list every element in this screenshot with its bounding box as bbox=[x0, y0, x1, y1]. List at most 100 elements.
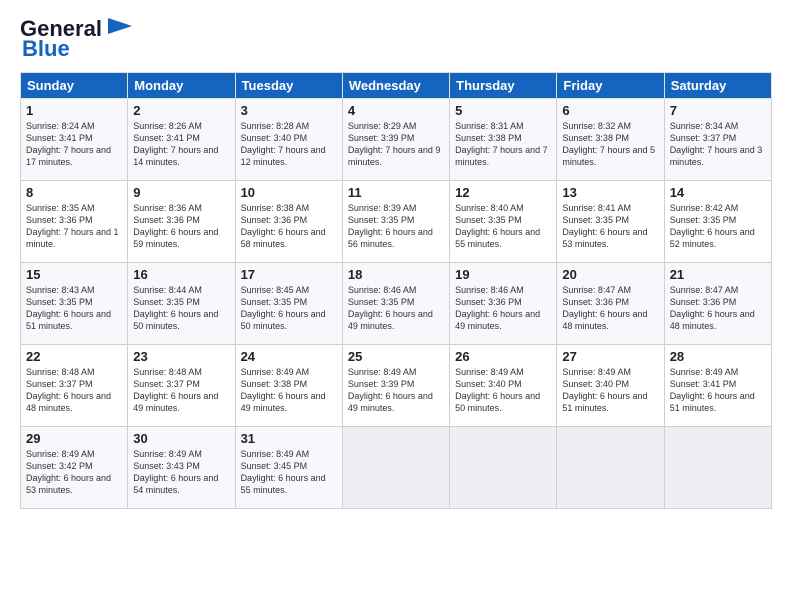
calendar-cell: 9 Sunrise: 8:36 AM Sunset: 3:36 PM Daylig… bbox=[128, 181, 235, 263]
day-number: 31 bbox=[241, 431, 337, 446]
cell-info: Sunrise: 8:35 AM Sunset: 3:36 PM Dayligh… bbox=[26, 202, 122, 251]
cell-info: Sunrise: 8:49 AM Sunset: 3:42 PM Dayligh… bbox=[26, 448, 122, 497]
cell-info: Sunrise: 8:36 AM Sunset: 3:36 PM Dayligh… bbox=[133, 202, 229, 251]
cell-info: Sunrise: 8:29 AM Sunset: 3:39 PM Dayligh… bbox=[348, 120, 444, 169]
cell-info: Sunrise: 8:46 AM Sunset: 3:36 PM Dayligh… bbox=[455, 284, 551, 333]
cell-info: Sunrise: 8:32 AM Sunset: 3:38 PM Dayligh… bbox=[562, 120, 658, 169]
day-number: 14 bbox=[670, 185, 766, 200]
cell-info: Sunrise: 8:46 AM Sunset: 3:35 PM Dayligh… bbox=[348, 284, 444, 333]
day-number: 2 bbox=[133, 103, 229, 118]
calendar-cell: 2 Sunrise: 8:26 AM Sunset: 3:41 PM Daylig… bbox=[128, 99, 235, 181]
day-number: 3 bbox=[241, 103, 337, 118]
calendar-cell bbox=[450, 427, 557, 509]
logo-arrow-icon bbox=[104, 16, 136, 36]
day-number: 18 bbox=[348, 267, 444, 282]
day-number: 7 bbox=[670, 103, 766, 118]
cell-info: Sunrise: 8:48 AM Sunset: 3:37 PM Dayligh… bbox=[133, 366, 229, 415]
calendar-row: 29 Sunrise: 8:49 AM Sunset: 3:42 PM Dayli… bbox=[21, 427, 772, 509]
cell-info: Sunrise: 8:49 AM Sunset: 3:39 PM Dayligh… bbox=[348, 366, 444, 415]
day-number: 6 bbox=[562, 103, 658, 118]
calendar-cell: 28 Sunrise: 8:49 AM Sunset: 3:41 PM Dayli… bbox=[664, 345, 771, 427]
cell-info: Sunrise: 8:31 AM Sunset: 3:38 PM Dayligh… bbox=[455, 120, 551, 169]
day-number: 21 bbox=[670, 267, 766, 282]
day-number: 28 bbox=[670, 349, 766, 364]
cell-info: Sunrise: 8:49 AM Sunset: 3:41 PM Dayligh… bbox=[670, 366, 766, 415]
calendar-cell: 27 Sunrise: 8:49 AM Sunset: 3:40 PM Dayli… bbox=[557, 345, 664, 427]
weekday-header: Monday bbox=[128, 73, 235, 99]
cell-info: Sunrise: 8:45 AM Sunset: 3:35 PM Dayligh… bbox=[241, 284, 337, 333]
cell-info: Sunrise: 8:47 AM Sunset: 3:36 PM Dayligh… bbox=[670, 284, 766, 333]
cell-info: Sunrise: 8:47 AM Sunset: 3:36 PM Dayligh… bbox=[562, 284, 658, 333]
weekday-header: Tuesday bbox=[235, 73, 342, 99]
calendar-cell: 5 Sunrise: 8:31 AM Sunset: 3:38 PM Daylig… bbox=[450, 99, 557, 181]
day-number: 19 bbox=[455, 267, 551, 282]
calendar-cell: 1 Sunrise: 8:24 AM Sunset: 3:41 PM Daylig… bbox=[21, 99, 128, 181]
calendar-cell: 30Sunrise: 8:49 AM Sunset: 3:43 PM Dayli… bbox=[128, 427, 235, 509]
calendar-cell: 6 Sunrise: 8:32 AM Sunset: 3:38 PM Daylig… bbox=[557, 99, 664, 181]
day-number: 9 bbox=[133, 185, 229, 200]
day-number: 15 bbox=[26, 267, 122, 282]
cell-info: Sunrise: 8:49 AM Sunset: 3:40 PM Dayligh… bbox=[562, 366, 658, 415]
logo: General Blue bbox=[20, 16, 136, 62]
calendar-cell bbox=[557, 427, 664, 509]
day-number: 1 bbox=[26, 103, 122, 118]
calendar-cell bbox=[342, 427, 449, 509]
calendar-cell: 31 Sunrise: 8:49 AM Sunset: 3:45 PM Dayli… bbox=[235, 427, 342, 509]
calendar-cell: 24Sunrise: 8:49 AM Sunset: 3:38 PM Dayli… bbox=[235, 345, 342, 427]
cell-info: Sunrise: 8:48 AM Sunset: 3:37 PM Dayligh… bbox=[26, 366, 122, 415]
day-number: 29 bbox=[26, 431, 122, 446]
calendar-cell: 13 Sunrise: 8:41 AM Sunset: 3:35 PM Dayli… bbox=[557, 181, 664, 263]
calendar-row: 15 Sunrise: 8:43 AM Sunset: 3:35 PM Dayli… bbox=[21, 263, 772, 345]
calendar-cell bbox=[664, 427, 771, 509]
cell-info: Sunrise: 8:39 AM Sunset: 3:35 PM Dayligh… bbox=[348, 202, 444, 251]
calendar-cell: 12 Sunrise: 8:40 AM Sunset: 3:35 PM Dayli… bbox=[450, 181, 557, 263]
calendar-cell: 23Sunrise: 8:48 AM Sunset: 3:37 PM Dayli… bbox=[128, 345, 235, 427]
calendar-cell: 16Sunrise: 8:44 AM Sunset: 3:35 PM Dayli… bbox=[128, 263, 235, 345]
weekday-header: Thursday bbox=[450, 73, 557, 99]
cell-info: Sunrise: 8:49 AM Sunset: 3:38 PM Dayligh… bbox=[241, 366, 337, 415]
day-number: 27 bbox=[562, 349, 658, 364]
day-number: 25 bbox=[348, 349, 444, 364]
cell-info: Sunrise: 8:28 AM Sunset: 3:40 PM Dayligh… bbox=[241, 120, 337, 169]
calendar-cell: 26Sunrise: 8:49 AM Sunset: 3:40 PM Dayli… bbox=[450, 345, 557, 427]
cell-info: Sunrise: 8:49 AM Sunset: 3:45 PM Dayligh… bbox=[241, 448, 337, 497]
day-number: 11 bbox=[348, 185, 444, 200]
day-number: 16 bbox=[133, 267, 229, 282]
calendar-row: 1 Sunrise: 8:24 AM Sunset: 3:41 PM Daylig… bbox=[21, 99, 772, 181]
day-number: 13 bbox=[562, 185, 658, 200]
calendar-cell: 19 Sunrise: 8:46 AM Sunset: 3:36 PM Dayli… bbox=[450, 263, 557, 345]
calendar-cell: 10Sunrise: 8:38 AM Sunset: 3:36 PM Dayli… bbox=[235, 181, 342, 263]
weekday-header: Wednesday bbox=[342, 73, 449, 99]
calendar-cell: 18 Sunrise: 8:46 AM Sunset: 3:35 PM Dayli… bbox=[342, 263, 449, 345]
day-number: 17 bbox=[241, 267, 337, 282]
day-number: 22 bbox=[26, 349, 122, 364]
calendar-cell: 7 Sunrise: 8:34 AM Sunset: 3:37 PM Daylig… bbox=[664, 99, 771, 181]
day-number: 5 bbox=[455, 103, 551, 118]
day-number: 4 bbox=[348, 103, 444, 118]
cell-info: Sunrise: 8:24 AM Sunset: 3:41 PM Dayligh… bbox=[26, 120, 122, 169]
day-number: 10 bbox=[241, 185, 337, 200]
calendar-cell: 15 Sunrise: 8:43 AM Sunset: 3:35 PM Dayli… bbox=[21, 263, 128, 345]
day-number: 30 bbox=[133, 431, 229, 446]
calendar-cell: 21 Sunrise: 8:47 AM Sunset: 3:36 PM Dayli… bbox=[664, 263, 771, 345]
calendar-cell: 17 Sunrise: 8:45 AM Sunset: 3:35 PM Dayli… bbox=[235, 263, 342, 345]
cell-info: Sunrise: 8:40 AM Sunset: 3:35 PM Dayligh… bbox=[455, 202, 551, 251]
calendar-cell: 25 Sunrise: 8:49 AM Sunset: 3:39 PM Dayli… bbox=[342, 345, 449, 427]
calendar-cell: 22 Sunrise: 8:48 AM Sunset: 3:37 PM Dayli… bbox=[21, 345, 128, 427]
cell-info: Sunrise: 8:26 AM Sunset: 3:41 PM Dayligh… bbox=[133, 120, 229, 169]
cell-info: Sunrise: 8:41 AM Sunset: 3:35 PM Dayligh… bbox=[562, 202, 658, 251]
calendar-cell: 20Sunrise: 8:47 AM Sunset: 3:36 PM Dayli… bbox=[557, 263, 664, 345]
logo-blue: Blue bbox=[22, 36, 70, 62]
cell-info: Sunrise: 8:34 AM Sunset: 3:37 PM Dayligh… bbox=[670, 120, 766, 169]
day-number: 8 bbox=[26, 185, 122, 200]
calendar-cell: 3 Sunrise: 8:28 AM Sunset: 3:40 PM Daylig… bbox=[235, 99, 342, 181]
calendar-cell: 8 Sunrise: 8:35 AM Sunset: 3:36 PM Daylig… bbox=[21, 181, 128, 263]
cell-info: Sunrise: 8:43 AM Sunset: 3:35 PM Dayligh… bbox=[26, 284, 122, 333]
calendar-cell: 4 Sunrise: 8:29 AM Sunset: 3:39 PM Daylig… bbox=[342, 99, 449, 181]
calendar-table: SundayMondayTuesdayWednesdayThursdayFrid… bbox=[20, 72, 772, 509]
cell-info: Sunrise: 8:49 AM Sunset: 3:40 PM Dayligh… bbox=[455, 366, 551, 415]
calendar-cell: 11 Sunrise: 8:39 AM Sunset: 3:35 PM Dayli… bbox=[342, 181, 449, 263]
calendar-cell: 29 Sunrise: 8:49 AM Sunset: 3:42 PM Dayli… bbox=[21, 427, 128, 509]
day-number: 12 bbox=[455, 185, 551, 200]
calendar-row: 8 Sunrise: 8:35 AM Sunset: 3:36 PM Daylig… bbox=[21, 181, 772, 263]
